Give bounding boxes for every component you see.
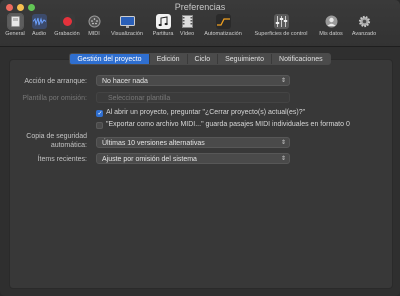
close-project-prompt-label: Al abrir un proyecto, preguntar "¿Cerrar… <box>106 109 306 116</box>
toolbar-midi[interactable]: MIDI <box>85 13 103 45</box>
toolbar-score[interactable]: Partitura <box>150 13 176 45</box>
recent-items-popup[interactable]: Ajuste por omisión del sistema ⇕ <box>96 153 290 164</box>
toolbar-general[interactable]: General <box>3 13 27 45</box>
toolbar-audio[interactable]: Audio <box>28 13 50 45</box>
toolbar-my-info[interactable]: Mis datos <box>316 13 346 45</box>
tab-project-management[interactable]: Gestión del proyecto <box>70 54 150 64</box>
toolbar-automation[interactable]: Automatización <box>199 13 247 45</box>
audio-waveform-icon <box>31 14 47 29</box>
tab-strip: Gestión del proyecto Edición Ciclo Segui… <box>0 53 400 65</box>
tab-editing[interactable]: Edición <box>150 54 188 64</box>
chevron-updown-icon: ⇕ <box>280 78 286 84</box>
export-midi-format0-checkbox[interactable] <box>96 122 103 129</box>
record-icon <box>59 14 75 29</box>
automation-icon <box>215 14 231 29</box>
score-icon <box>155 14 171 29</box>
chevron-updown-icon: ⇕ <box>280 140 286 146</box>
toolbar-control-surfaces[interactable]: Superficies de control <box>249 13 313 45</box>
toolbar-advanced[interactable]: Avanzado <box>348 13 380 45</box>
display-icon <box>119 14 135 29</box>
control-surfaces-icon <box>273 14 289 29</box>
toolbar-display[interactable]: Visualización <box>106 13 148 45</box>
title-bar: Preferencias General Audio Grabación MID… <box>0 0 400 47</box>
gear-icon <box>357 14 372 29</box>
default-template-popup[interactable]: Seleccionar plantilla <box>96 92 290 103</box>
toolbar-video[interactable]: Vídeo <box>178 13 196 45</box>
tab-tracking[interactable]: Seguimiento <box>218 54 273 64</box>
window-title: Preferencias <box>174 2 226 12</box>
midi-icon <box>87 14 102 29</box>
export-midi-format0-label: "Exportar como archivo MIDI..." guarda p… <box>106 121 350 128</box>
chevron-updown-icon: ⇕ <box>280 156 286 162</box>
default-template-value: Seleccionar plantilla <box>108 95 171 102</box>
startup-action-popup[interactable]: No hacer nada ⇕ <box>96 75 290 86</box>
default-template-label: Plantilla por omisión: <box>22 95 87 102</box>
video-icon <box>180 14 195 29</box>
auto-backup-label-line2: automática: <box>50 142 87 149</box>
startup-action-label: Acción de arranque: <box>24 78 87 85</box>
preferences-window: Preferencias General Audio Grabación MID… <box>0 0 400 296</box>
recent-items-value: Ajuste por omisión del sistema <box>102 156 197 163</box>
toolbar-recording[interactable]: Grabación <box>52 13 82 45</box>
close-project-prompt-checkbox[interactable] <box>96 110 103 117</box>
startup-action-value: No hacer nada <box>102 78 148 85</box>
general-icon <box>6 13 24 30</box>
auto-backup-value: Últimas 10 versiones alternativas <box>102 140 205 147</box>
auto-backup-popup[interactable]: Últimas 10 versiones alternativas ⇕ <box>96 137 290 148</box>
tab-notifications[interactable]: Notificaciones <box>272 54 330 64</box>
recent-items-label: Ítems recientes: <box>37 156 87 163</box>
tab-cycle[interactable]: Ciclo <box>188 54 219 64</box>
preferences-toolbar: General Audio Grabación MIDI Visualizaci… <box>0 13 400 45</box>
auto-backup-label-line1: Copia de seguridad <box>26 133 87 140</box>
user-icon <box>324 14 339 29</box>
